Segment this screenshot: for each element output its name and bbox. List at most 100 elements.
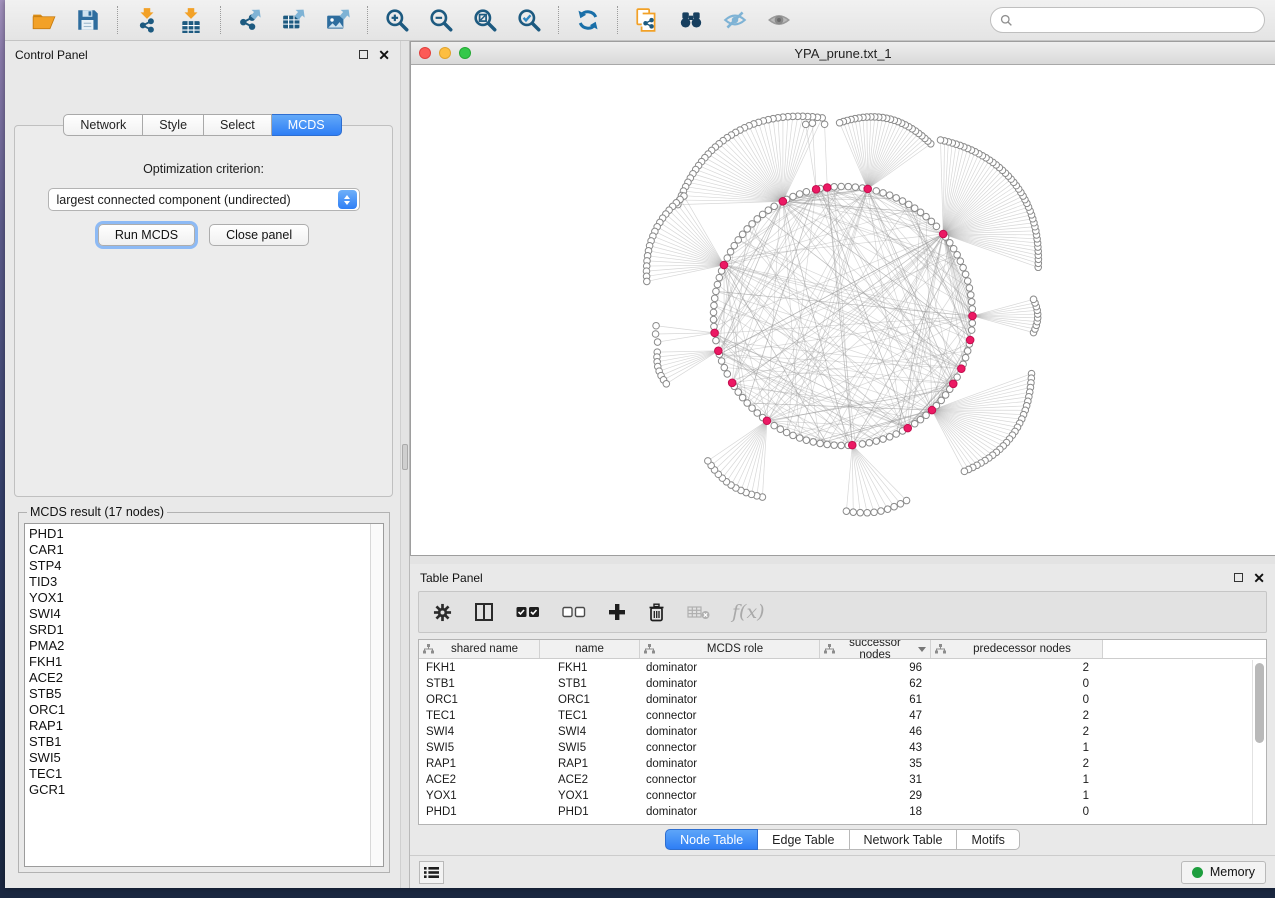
table-row[interactable]: ORC1ORC1dominator610: [419, 692, 1252, 708]
mcds-result-item[interactable]: RAP1: [29, 718, 370, 734]
close-table-panel-icon[interactable]: ✕: [1253, 571, 1265, 585]
column-header-shared-name[interactable]: shared name: [419, 640, 540, 658]
control-panel-titlebar: Control Panel ✕: [5, 41, 400, 68]
table-cell: dominator: [640, 756, 820, 772]
binoculars-icon: [678, 7, 704, 33]
hide-selected-button[interactable]: [720, 6, 750, 34]
horizontal-splitter[interactable]: [410, 556, 1275, 564]
table-cell: 29: [820, 788, 931, 804]
mcds-result-item[interactable]: SWI4: [29, 606, 370, 622]
window-minimize-button[interactable]: [439, 47, 451, 59]
table-cell: 2: [931, 660, 1103, 676]
zoom-in-button[interactable]: [382, 6, 412, 34]
mcds-result-item[interactable]: TID3: [29, 574, 370, 590]
splitter-grip[interactable]: [402, 444, 408, 470]
table-row[interactable]: YOX1YOX1connector291: [419, 788, 1252, 804]
memory-status-button[interactable]: Memory: [1181, 861, 1266, 884]
mcds-result-item[interactable]: CAR1: [29, 542, 370, 558]
network-window-title: YPA_prune.txt_1: [411, 46, 1275, 61]
show-hidden-button[interactable]: [764, 6, 794, 34]
create-column-button[interactable]: [608, 599, 626, 625]
network-canvas[interactable]: [411, 65, 1275, 555]
show-columns-button[interactable]: [474, 599, 494, 625]
export-network-button[interactable]: [235, 6, 265, 34]
tab-motifs[interactable]: Motifs: [957, 829, 1019, 850]
delete-column-button[interactable]: [648, 599, 665, 625]
export-table-button[interactable]: [279, 6, 309, 34]
save-button[interactable]: [73, 6, 103, 34]
mcds-result-item[interactable]: SWI5: [29, 750, 370, 766]
table-header-row: shared namenameMCDS rolesuccessor nodesp…: [419, 640, 1266, 659]
table-row[interactable]: SWI4SWI4dominator462: [419, 724, 1252, 740]
tab-style[interactable]: Style: [143, 114, 204, 136]
mcds-result-item[interactable]: PHD1: [29, 526, 370, 542]
node-table: shared namenameMCDS rolesuccessor nodesp…: [418, 639, 1267, 825]
table-row[interactable]: STB1STB1dominator620: [419, 676, 1252, 692]
mcds-result-item[interactable]: GCR1: [29, 782, 370, 798]
import-table-button[interactable]: [176, 6, 206, 34]
table-settings-button[interactable]: [433, 599, 452, 625]
table-cell: dominator: [640, 724, 820, 740]
memory-ok-icon: [1192, 867, 1203, 878]
mcds-result-item[interactable]: STB5: [29, 686, 370, 702]
function-builder-button[interactable]: f(x): [732, 599, 765, 625]
close-panel-button[interactable]: Close panel: [209, 224, 309, 246]
mcds-result-item[interactable]: TEC1: [29, 766, 370, 782]
search-input[interactable]: [1019, 13, 1255, 27]
table-row[interactable]: FKH1FKH1dominator962: [419, 660, 1252, 676]
column-header-name[interactable]: name: [540, 640, 640, 658]
column-header-predecessor-nodes[interactable]: predecessor nodes: [931, 640, 1103, 658]
tab-network[interactable]: Network: [63, 114, 143, 136]
tab-edge-table[interactable]: Edge Table: [758, 829, 849, 850]
toolbar-group: [558, 6, 617, 34]
table-scrollbar[interactable]: [1252, 660, 1266, 824]
optimization-criterion-select[interactable]: largest connected component (undirected): [48, 188, 360, 211]
table-row[interactable]: PHD1PHD1dominator180: [419, 804, 1252, 820]
column-header-successor-nodes[interactable]: successor nodes: [820, 640, 931, 658]
table-scrollbar-thumb[interactable]: [1255, 663, 1264, 743]
close-panel-icon[interactable]: ✕: [378, 48, 390, 62]
zoom-out-button[interactable]: [426, 6, 456, 34]
open-folder-button[interactable]: [29, 6, 59, 34]
export-image-button[interactable]: [323, 6, 353, 34]
table-cell: 0: [931, 804, 1103, 820]
vertical-splitter[interactable]: [400, 41, 410, 888]
table-row[interactable]: TEC1TEC1connector472: [419, 708, 1252, 724]
column-header-MCDS-role[interactable]: MCDS role: [640, 640, 820, 658]
copy-network-button[interactable]: [632, 6, 662, 34]
mcds-result-item[interactable]: FKH1: [29, 654, 370, 670]
mcds-result-item[interactable]: STP4: [29, 558, 370, 574]
window-close-button[interactable]: [419, 47, 431, 59]
tab-node-table[interactable]: Node Table: [665, 829, 758, 850]
task-history-button[interactable]: [419, 861, 444, 884]
binoculars-button[interactable]: [676, 6, 706, 34]
tab-network-table[interactable]: Network Table: [850, 829, 958, 850]
tab-select[interactable]: Select: [204, 114, 272, 136]
search-field[interactable]: [990, 7, 1265, 33]
refresh-button[interactable]: [573, 6, 603, 34]
mcds-result-item[interactable]: SRD1: [29, 622, 370, 638]
mcds-result-item[interactable]: YOX1: [29, 590, 370, 606]
run-mcds-button[interactable]: Run MCDS: [98, 224, 195, 246]
tab-mcds[interactable]: MCDS: [272, 114, 342, 136]
unselect-all-columns-button[interactable]: [562, 599, 586, 625]
import-network-button[interactable]: [132, 6, 162, 34]
table-row[interactable]: SWI5SWI5connector431: [419, 740, 1252, 756]
zoom-fit-button[interactable]: [470, 6, 500, 34]
mcds-result-list[interactable]: PHD1CAR1STP4TID3YOX1SWI4SRD1PMA2FKH1ACE2…: [24, 523, 384, 867]
mcds-result-item[interactable]: STB1: [29, 734, 370, 750]
table-cell: dominator: [640, 676, 820, 692]
mcds-list-scrollbar[interactable]: [370, 524, 383, 866]
mcds-result-item[interactable]: ACE2: [29, 670, 370, 686]
zoom-selected-button[interactable]: [514, 6, 544, 34]
select-all-columns-button[interactable]: [516, 599, 540, 625]
window-maximize-button[interactable]: [459, 47, 471, 59]
float-table-panel-icon[interactable]: [1234, 573, 1243, 582]
mcds-result-item[interactable]: ORC1: [29, 702, 370, 718]
table-row[interactable]: ACE2ACE2connector311: [419, 772, 1252, 788]
delete-table-button[interactable]: [687, 599, 710, 625]
table-row[interactable]: RAP1RAP1dominator352: [419, 756, 1252, 772]
mcds-result-item[interactable]: PMA2: [29, 638, 370, 654]
float-panel-icon[interactable]: [359, 50, 368, 59]
table-toolbar: f(x): [418, 591, 1267, 633]
